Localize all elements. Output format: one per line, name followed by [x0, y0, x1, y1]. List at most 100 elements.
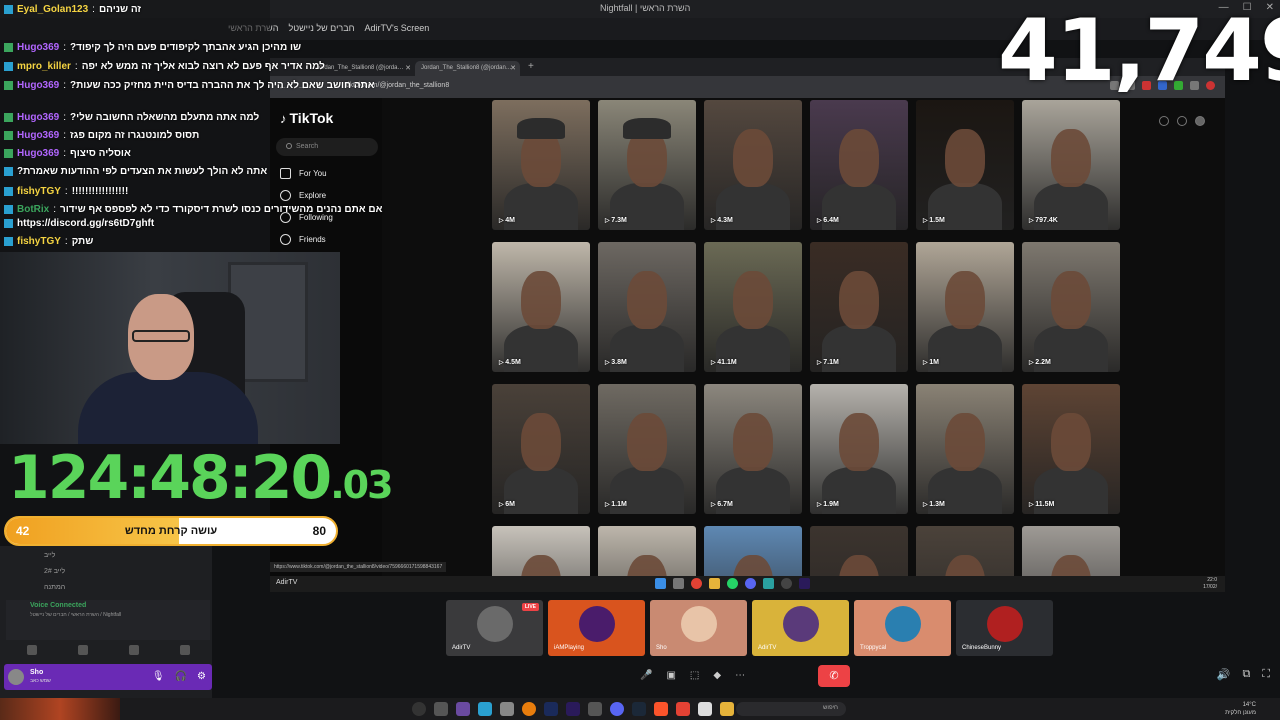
close-tab-icon[interactable]: ✕: [510, 64, 516, 72]
upload-icon[interactable]: [1159, 116, 1169, 126]
screen-share-icon[interactable]: ⬚: [690, 670, 699, 681]
close-tab-icon[interactable]: ✕: [405, 64, 411, 72]
video-thumbnail[interactable]: 2.2M: [1022, 242, 1120, 372]
voice-channel-path[interactable]: השרת הראשי / חברים של ניישטל / Nightfall: [30, 612, 121, 618]
video-thumbnail[interactable]: 797.4K: [1022, 100, 1120, 230]
brave-icon[interactable]: [654, 702, 668, 716]
video-thumbnail[interactable]: 6.4M: [810, 100, 908, 230]
video-thumbnail[interactable]: [810, 526, 908, 576]
thumbnail-face: [945, 412, 985, 472]
video-thumbnail[interactable]: 11.5M: [1022, 384, 1120, 514]
chat-badge-icon: [4, 113, 13, 122]
noise-suppression-icon[interactable]: [26, 645, 37, 655]
browser-tab-active[interactable]: Jordan_The_Stallion8 (@jordan… ✕: [415, 61, 520, 76]
chat-username[interactable]: Hugo369: [17, 112, 59, 123]
video-thumbnail[interactable]: 1M: [916, 242, 1014, 372]
participant-tile[interactable]: Sho: [650, 600, 747, 656]
app-icon[interactable]: [434, 702, 448, 716]
tiktok-logo[interactable]: ♪ TikTok: [280, 110, 333, 126]
participant-tile[interactable]: ChineseBunny: [956, 600, 1053, 656]
taskview-icon: [673, 578, 684, 589]
app-icon[interactable]: [500, 702, 514, 716]
steam-icon[interactable]: [632, 702, 646, 716]
avatar[interactable]: [8, 669, 24, 685]
disconnect-button[interactable]: ✆: [818, 665, 850, 687]
camera-toggle-icon[interactable]: ▣: [666, 670, 675, 681]
nav-for-you[interactable]: For You: [280, 168, 327, 179]
notes-icon[interactable]: [698, 702, 712, 716]
popout-icon[interactable]: ⧉: [1242, 668, 1250, 681]
video-thumbnail[interactable]: 3.8M: [598, 242, 696, 372]
video-icon[interactable]: [77, 645, 88, 655]
breadcrumb-channel[interactable]: חברים של ניישטל: [288, 23, 354, 33]
view-count: 4.5M: [499, 359, 521, 366]
video-thumbnail[interactable]: 6.7M: [704, 384, 802, 514]
participant-tile[interactable]: Troppycal: [854, 600, 951, 656]
tiktok-search-input[interactable]: Search: [276, 138, 378, 156]
app-icon[interactable]: [676, 702, 690, 716]
volume-icon[interactable]: 🔊: [1217, 668, 1231, 681]
premiere-icon[interactable]: [566, 702, 580, 716]
video-thumbnail[interactable]: 1.1M: [598, 384, 696, 514]
nav-friends[interactable]: Friends: [280, 234, 326, 245]
participant-tile[interactable]: iAMPlaying: [548, 600, 645, 656]
new-tab-icon[interactable]: +: [528, 61, 534, 72]
participant-tile[interactable]: LIVE AdirTV: [446, 600, 543, 656]
video-thumbnail[interactable]: 7.3M: [598, 100, 696, 230]
channel-item[interactable]: לייב 2#: [44, 568, 65, 575]
video-thumbnail[interactable]: [704, 526, 802, 576]
activity-icon[interactable]: [128, 645, 139, 655]
thumbnail-face: [1051, 554, 1091, 576]
chat-username[interactable]: Hugo369: [17, 130, 59, 141]
video-thumbnail[interactable]: [916, 526, 1014, 576]
chat-username[interactable]: Hugo369: [17, 42, 59, 53]
chat-username[interactable]: BotRix: [17, 204, 49, 215]
video-thumbnail[interactable]: 6M: [492, 384, 590, 514]
video-thumbnail[interactable]: 4M: [492, 100, 590, 230]
video-thumbnail[interactable]: 7.1M: [810, 242, 908, 372]
channel-item[interactable]: המתנה: [44, 584, 65, 591]
soundboard-icon[interactable]: [179, 645, 190, 655]
inbox-icon[interactable]: [1177, 116, 1187, 126]
fullscreen-icon[interactable]: ⛶: [1262, 668, 1270, 681]
folder-icon[interactable]: [720, 702, 734, 716]
mic-toggle-icon[interactable]: 🎤: [640, 670, 652, 681]
app-icon[interactable]: [456, 702, 470, 716]
channel-item[interactable]: לייב: [44, 552, 55, 559]
chat-username[interactable]: fishyTGY: [17, 236, 61, 247]
participant-tile[interactable]: AdirTV: [752, 600, 849, 656]
more-options-icon[interactable]: ⋯: [735, 670, 745, 681]
video-thumbnail[interactable]: 4.5M: [492, 242, 590, 372]
headphones-icon[interactable]: 🎧: [175, 671, 187, 682]
browser-tab[interactable]: Jordan_The_Stallion8 (@jorda… ✕: [310, 61, 415, 76]
chat-username[interactable]: Eyal_Golan123: [17, 4, 88, 15]
nav-explore[interactable]: Explore: [280, 190, 326, 201]
video-thumbnail[interactable]: [1022, 526, 1120, 576]
adobe-icon[interactable]: [544, 702, 558, 716]
chat-username[interactable]: mpro_killer: [17, 61, 71, 72]
participant-name: Troppycal: [860, 645, 887, 651]
taskbar-search[interactable]: חיפוש: [736, 702, 846, 716]
chat-username[interactable]: fishyTGY: [17, 186, 61, 197]
mic-icon[interactable]: 🎙: [152, 671, 165, 682]
video-thumbnail[interactable]: [492, 526, 590, 576]
app-icon[interactable]: [588, 702, 602, 716]
video-thumbnail[interactable]: 1.5M: [916, 100, 1014, 230]
gear-icon[interactable]: ⚙: [197, 671, 206, 682]
video-thumbnail[interactable]: 1.3M: [916, 384, 1014, 514]
chat-message: Hugo369: שו מהיכן הגיע אהבתך לקיפודים פעם…: [4, 42, 301, 53]
obs-icon[interactable]: [412, 702, 426, 716]
profile-avatar-icon[interactable]: [1195, 116, 1205, 126]
view-count: 3.8M: [605, 359, 627, 366]
video-thumbnail[interactable]: [598, 526, 696, 576]
chat-username[interactable]: Hugo369: [17, 80, 59, 91]
blender-icon[interactable]: [522, 702, 536, 716]
thumbnail-face: [521, 270, 561, 330]
discord-icon[interactable]: [610, 702, 624, 716]
video-thumbnail[interactable]: 4.3M: [704, 100, 802, 230]
activities-icon[interactable]: ◆: [713, 670, 721, 681]
video-thumbnail[interactable]: 41.1M: [704, 242, 802, 372]
chat-username[interactable]: Hugo369: [17, 148, 59, 159]
video-thumbnail[interactable]: 1.9M: [810, 384, 908, 514]
app-icon[interactable]: [478, 702, 492, 716]
